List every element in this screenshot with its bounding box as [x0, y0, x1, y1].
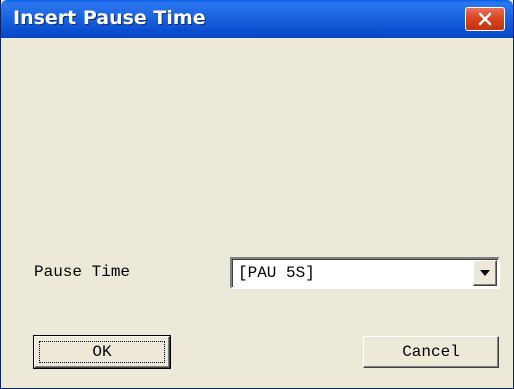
ok-button[interactable]: OK [33, 335, 171, 369]
pause-time-select[interactable]: [PAU 5S] [230, 257, 500, 289]
window-title: Insert Pause Time [13, 7, 206, 29]
chevron-down-icon [479, 264, 491, 282]
cancel-button-label: Cancel [402, 343, 460, 361]
dropdown-button[interactable] [473, 260, 497, 286]
close-icon [478, 12, 492, 26]
pause-time-selected-value: [PAU 5S] [238, 264, 315, 282]
focus-rectangle [39, 341, 165, 363]
title-bar[interactable]: Insert Pause Time [1, 0, 513, 38]
cancel-button[interactable]: Cancel [363, 336, 499, 368]
close-button[interactable] [465, 7, 505, 31]
pause-time-label: Pause Time [34, 263, 131, 281]
insert-pause-time-dialog: Insert Pause Time Pause Time [PAU 5S] OK… [0, 0, 514, 389]
